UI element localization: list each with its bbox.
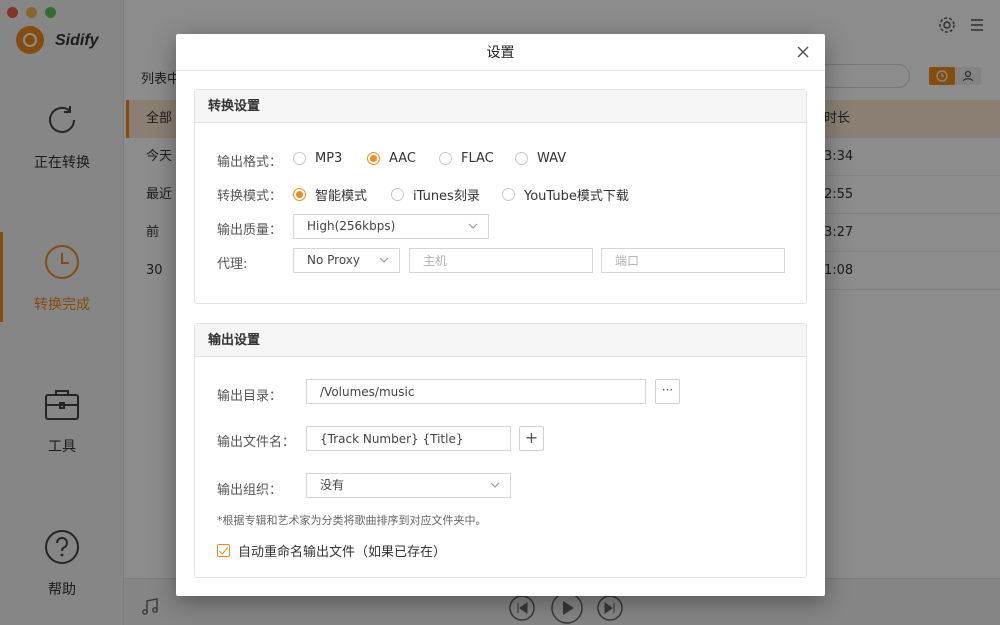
proxy-select[interactable]: No Proxy [293,248,400,273]
radio-dot [367,152,380,165]
radio-dot [293,188,306,201]
proxy-host-input[interactable] [409,248,593,273]
select-value: High(256kbps) [307,219,396,233]
organize-label: 输出组织： [217,483,283,498]
select-value: No Proxy [307,253,361,267]
radio-dot [515,152,528,165]
mode-option-smart[interactable]: 智能模式 [293,185,367,204]
checkbox-box [217,544,230,557]
panel-heading: 输出设置 [195,324,806,357]
close-icon[interactable] [795,44,811,60]
radio-label: 智能模式 [315,189,368,204]
chevron-down-icon [468,223,478,229]
mode-label: 转换模式： [217,189,283,204]
radio-dot [391,188,404,201]
mode-option-youtube[interactable]: YouTube模式下载 [502,185,629,204]
format-option-flac[interactable]: FLAC [439,151,494,166]
radio-label: FLAC [461,151,494,166]
radio-label: WAV [537,151,567,166]
organize-note: *根据专辑和艺术家为分类将歌曲排序到对应文件夹中。 [217,514,487,527]
radio-label: AAC [389,151,416,166]
format-option-aac[interactable]: AAC [367,151,416,166]
checkbox-label: 自动重命名输出文件（如果已存在） [238,545,447,560]
format-label: 输出格式： [217,155,283,170]
quality-select[interactable]: High(256kbps) [293,214,489,239]
filename-label: 输出文件名： [217,435,296,450]
radio-dot [502,188,515,201]
format-option-mp3[interactable]: MP3 [293,151,342,166]
browse-button[interactable]: ··· [655,379,680,404]
radio-label: YouTube模式下载 [524,189,629,204]
auto-rename-checkbox[interactable]: 自动重命名输出文件（如果已存在） [217,541,446,560]
radio-dot [439,152,452,165]
proxy-port-input[interactable] [601,248,785,273]
mode-option-itunes[interactable]: iTunes刻录 [391,185,480,204]
organize-select[interactable]: 没有 [306,473,511,498]
proxy-label: 代理: [217,257,248,272]
panel-heading: 转换设置 [195,90,806,123]
output-settings-panel: 输出设置 输出目录： ··· 输出文件名： + 输出组织： 没有 *根据专辑和艺… [194,323,807,578]
settings-dialog: 设置 转换设置 输出格式： MP3 AAC FLAC WAV 转换模式： 智能模… [176,34,825,596]
output-dir-input[interactable] [306,379,646,404]
add-filename-tag-button[interactable]: + [519,426,544,451]
dialog-title: 设置 [176,34,825,71]
radio-label: MP3 [315,151,343,166]
format-option-wav[interactable]: WAV [515,151,566,166]
select-value: 没有 [320,478,345,492]
radio-label: iTunes刻录 [413,189,480,204]
chevron-down-icon [379,257,389,263]
chevron-down-icon [490,482,500,488]
conversion-settings-panel: 转换设置 输出格式： MP3 AAC FLAC WAV 转换模式： 智能模式 i… [194,89,807,304]
filename-input[interactable] [306,426,511,451]
radio-dot [293,152,306,165]
quality-label: 输出质量： [217,223,283,238]
output-dir-label: 输出目录： [217,389,283,404]
